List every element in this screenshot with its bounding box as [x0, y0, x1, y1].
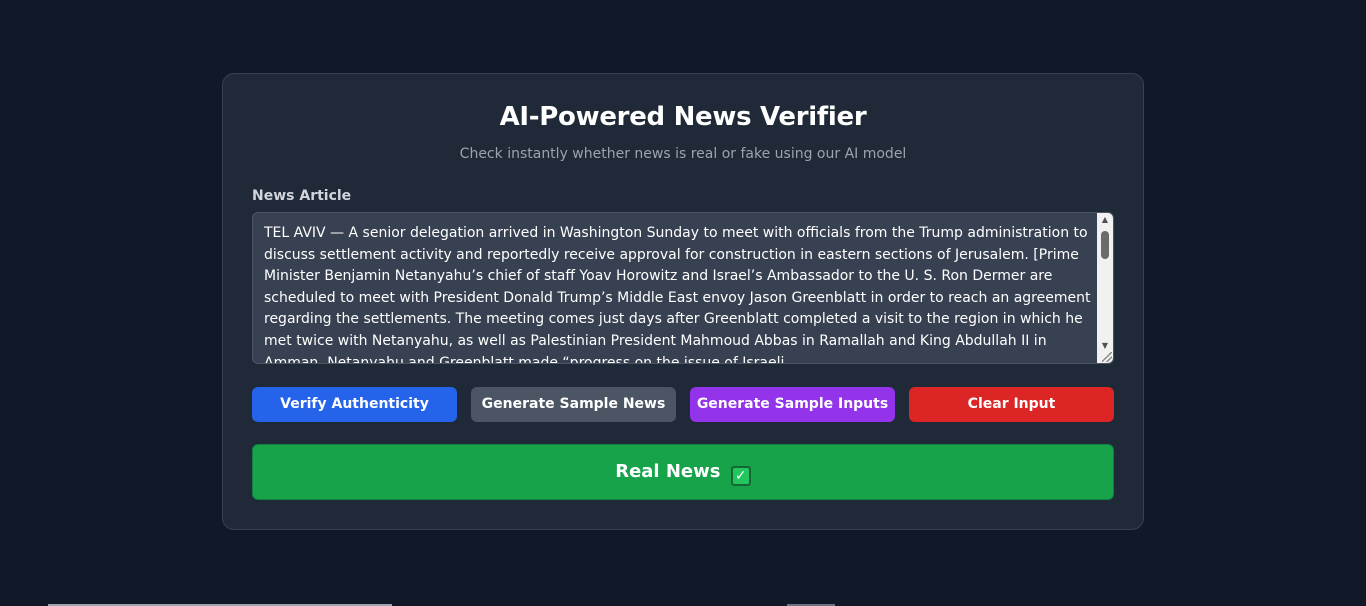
scroll-down-arrow-icon[interactable]: ▼ — [1097, 339, 1113, 353]
news-article-label: News Article — [252, 188, 352, 204]
verify-authenticity-button[interactable]: Verify Authenticity — [252, 387, 457, 422]
generate-sample-news-button[interactable]: Generate Sample News — [471, 387, 676, 422]
news-article-text: TEL AVIV — A senior delegation arrived i… — [264, 225, 1091, 364]
result-text: Real News — [615, 461, 721, 482]
check-mark-icon: ✓ — [730, 466, 751, 486]
news-article-textarea[interactable]: TEL AVIV — A senior delegation arrived i… — [252, 212, 1114, 364]
scrollbar-thumb[interactable] — [1101, 231, 1109, 259]
result-banner: Real News ✓ — [252, 444, 1114, 500]
scroll-up-arrow-icon[interactable]: ▲ — [1097, 213, 1113, 227]
page-subtitle: Check instantly whether news is real or … — [459, 146, 907, 162]
textarea-scrollbar[interactable]: ▲ ▼ — [1097, 213, 1113, 363]
resize-handle-icon[interactable] — [1102, 352, 1112, 362]
generate-sample-inputs-button[interactable]: Generate Sample Inputs — [690, 387, 895, 422]
page-title: AI-Powered News Verifier — [499, 102, 867, 132]
clear-input-button[interactable]: Clear Input — [909, 387, 1114, 422]
verifier-card: AI-Powered News Verifier Check instantly… — [222, 73, 1144, 530]
